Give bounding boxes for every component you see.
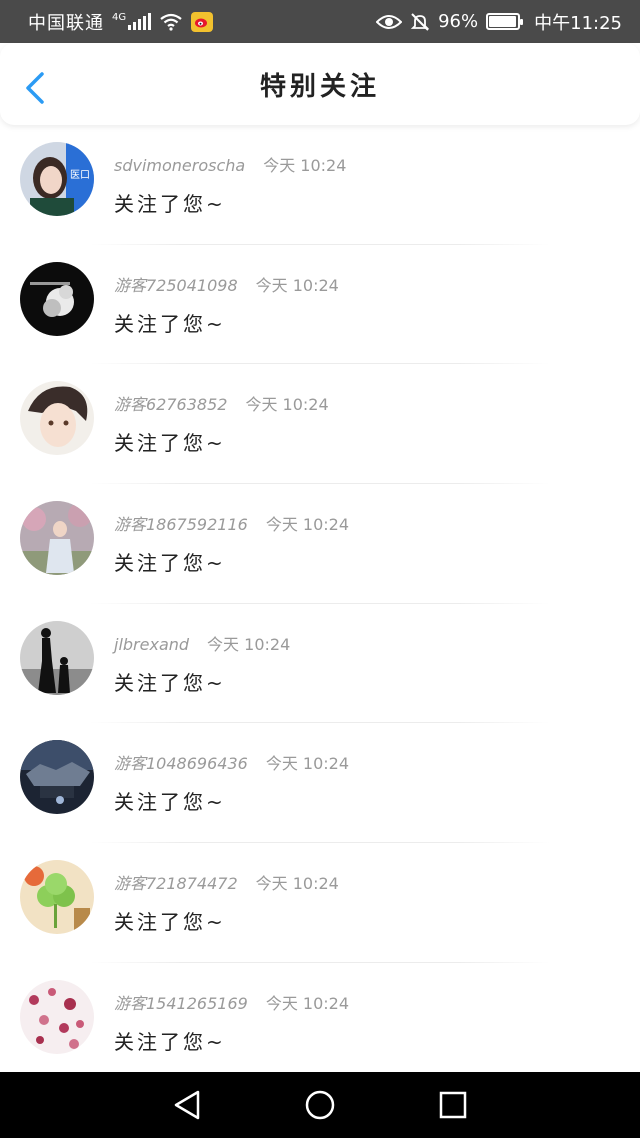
message: 关注了您~ — [114, 192, 226, 216]
wifi-icon — [160, 13, 182, 31]
nav-back-button[interactable] — [167, 1085, 207, 1125]
battery-percent: 96% — [438, 11, 479, 32]
username[interactable]: 游客725041098 — [114, 272, 238, 296]
header: 特别关注 — [0, 43, 640, 125]
meta-row: 游客1867592116 今天 10:24 — [114, 511, 349, 535]
list-item[interactable]: 游客725041098 今天 10:24 关注了您~ — [0, 245, 640, 365]
avatar-photo-woman-icon — [20, 501, 94, 576]
list-item[interactable]: jlbrexand 今天 10:24 关注了您~ — [0, 604, 640, 724]
message: 关注了您~ — [114, 551, 226, 576]
avatar[interactable] — [20, 860, 94, 935]
avatar[interactable] — [20, 620, 94, 695]
username[interactable]: 游客1048696436 — [114, 750, 248, 774]
meta-row: 游客62763852 今天 10:24 — [114, 391, 329, 415]
avatar[interactable]: 医口 — [20, 142, 94, 216]
carrier-label: 中国联通 — [28, 12, 104, 34]
item-text: 游客725041098 今天 10:24 关注了您~ — [114, 262, 339, 337]
meta-row: 游客721874472 今天 10:24 — [114, 870, 339, 894]
timestamp: 今天 10:24 — [263, 156, 347, 175]
circle-home-icon — [305, 1090, 335, 1120]
username[interactable]: jlbrexand — [114, 635, 189, 654]
timestamp: 今天 10:24 — [265, 754, 350, 774]
message: 关注了您~ — [114, 790, 226, 815]
navigation-bar — [0, 1072, 640, 1138]
item-text: 游客1541265169 今天 10:24 关注了您~ — [114, 980, 349, 1055]
triangle-back-icon — [174, 1090, 199, 1120]
message: 关注了您~ — [114, 431, 226, 456]
weibo-icon — [191, 11, 214, 32]
avatar[interactable] — [20, 740, 94, 815]
avatar-clover-icon — [20, 860, 94, 935]
username[interactable]: 游客721874472 — [114, 870, 238, 894]
list-item[interactable]: 游客1867592116 今天 10:24 关注了您~ — [0, 484, 640, 604]
list-item[interactable]: 游客1048696436 今天 10:24 关注了您~ — [0, 723, 640, 843]
avatar-silhouette-icon — [20, 620, 94, 695]
item-text: jlbrexand 今天 10:24 关注了您~ — [114, 621, 290, 696]
message: 关注了您~ — [114, 1029, 226, 1054]
signal-icon — [128, 12, 152, 30]
timestamp: 今天 10:24 — [255, 874, 339, 894]
item-text: 游客721874472 今天 10:24 关注了您~ — [114, 860, 339, 935]
square-recents-icon — [440, 1091, 467, 1119]
clock: 中午11:25 — [534, 12, 622, 34]
status-bar: 中国联通 4G 96% 中午11:25 — [0, 0, 640, 43]
nav-home-button[interactable] — [300, 1085, 340, 1125]
bell-mute-icon — [410, 12, 430, 31]
username[interactable]: 游客1541265169 — [114, 990, 248, 1014]
avatar-photo-girl-icon: 医口 — [20, 142, 94, 216]
nav-recents-button[interactable] — [433, 1085, 473, 1125]
avatar[interactable] — [20, 979, 94, 1054]
network-type: 4G — [112, 12, 127, 23]
item-text: 游客62763852 今天 10:24 关注了您~ — [114, 381, 329, 456]
item-text: 游客1867592116 今天 10:24 关注了您~ — [114, 501, 349, 576]
svg-text:医口: 医口 — [70, 169, 90, 181]
avatar-bw-art-icon — [20, 261, 94, 336]
page-title: 特别关注 — [259, 71, 380, 102]
eye-icon — [376, 14, 403, 29]
timestamp: 今天 10:24 — [245, 395, 329, 415]
meta-row: jlbrexand 今天 10:24 — [114, 631, 290, 655]
list-item[interactable]: 游客1541265169 今天 10:24 关注了您~ — [0, 963, 640, 1083]
battery-fill — [489, 16, 516, 27]
list-item[interactable]: 游客62763852 今天 10:24 关注了您~ — [0, 364, 640, 484]
timestamp: 今天 10:24 — [265, 515, 350, 535]
avatar-space-city-icon — [20, 740, 94, 815]
avatar[interactable] — [20, 501, 94, 576]
list-item[interactable]: 游客721874472 今天 10:24 关注了您~ — [0, 843, 640, 963]
message: 关注了您~ — [114, 670, 226, 695]
battery-icon — [486, 13, 524, 30]
item-text: sdvimoneroscha 今天 10:24 关注了您~ — [114, 142, 346, 217]
avatar[interactable] — [20, 261, 94, 336]
meta-row: sdvimoneroscha 今天 10:24 — [114, 152, 346, 176]
username[interactable]: sdvimoneroscha — [114, 156, 245, 175]
message: 关注了您~ — [114, 311, 226, 336]
avatar[interactable] — [20, 381, 94, 456]
timestamp: 今天 10:24 — [255, 275, 339, 295]
timestamp: 今天 10:24 — [265, 993, 350, 1013]
avatar-flowers-icon — [20, 979, 94, 1054]
meta-row: 游客725041098 今天 10:24 — [114, 272, 339, 296]
meta-row: 游客1541265169 今天 10:24 — [114, 990, 349, 1014]
status-left: 中国联通 4G — [28, 9, 214, 35]
follower-list: 医口 sdvimoneroscha 今天 10:24 关注了您~ 游客72504… — [0, 125, 640, 1083]
item-text: 游客1048696436 今天 10:24 关注了您~ — [114, 740, 349, 815]
meta-row: 游客1048696436 今天 10:24 — [114, 750, 349, 774]
status-right: 96% 中午11:25 — [376, 9, 622, 35]
message: 关注了您~ — [114, 910, 226, 935]
timestamp: 今天 10:24 — [207, 634, 291, 654]
username[interactable]: 游客1867592116 — [114, 511, 248, 535]
chevron-left-icon — [26, 72, 44, 104]
list-item[interactable]: 医口 sdvimoneroscha 今天 10:24 关注了您~ — [0, 125, 640, 245]
username[interactable]: 游客62763852 — [114, 391, 227, 415]
back-button[interactable] — [22, 71, 50, 105]
avatar-anime-boy-icon — [20, 381, 94, 456]
